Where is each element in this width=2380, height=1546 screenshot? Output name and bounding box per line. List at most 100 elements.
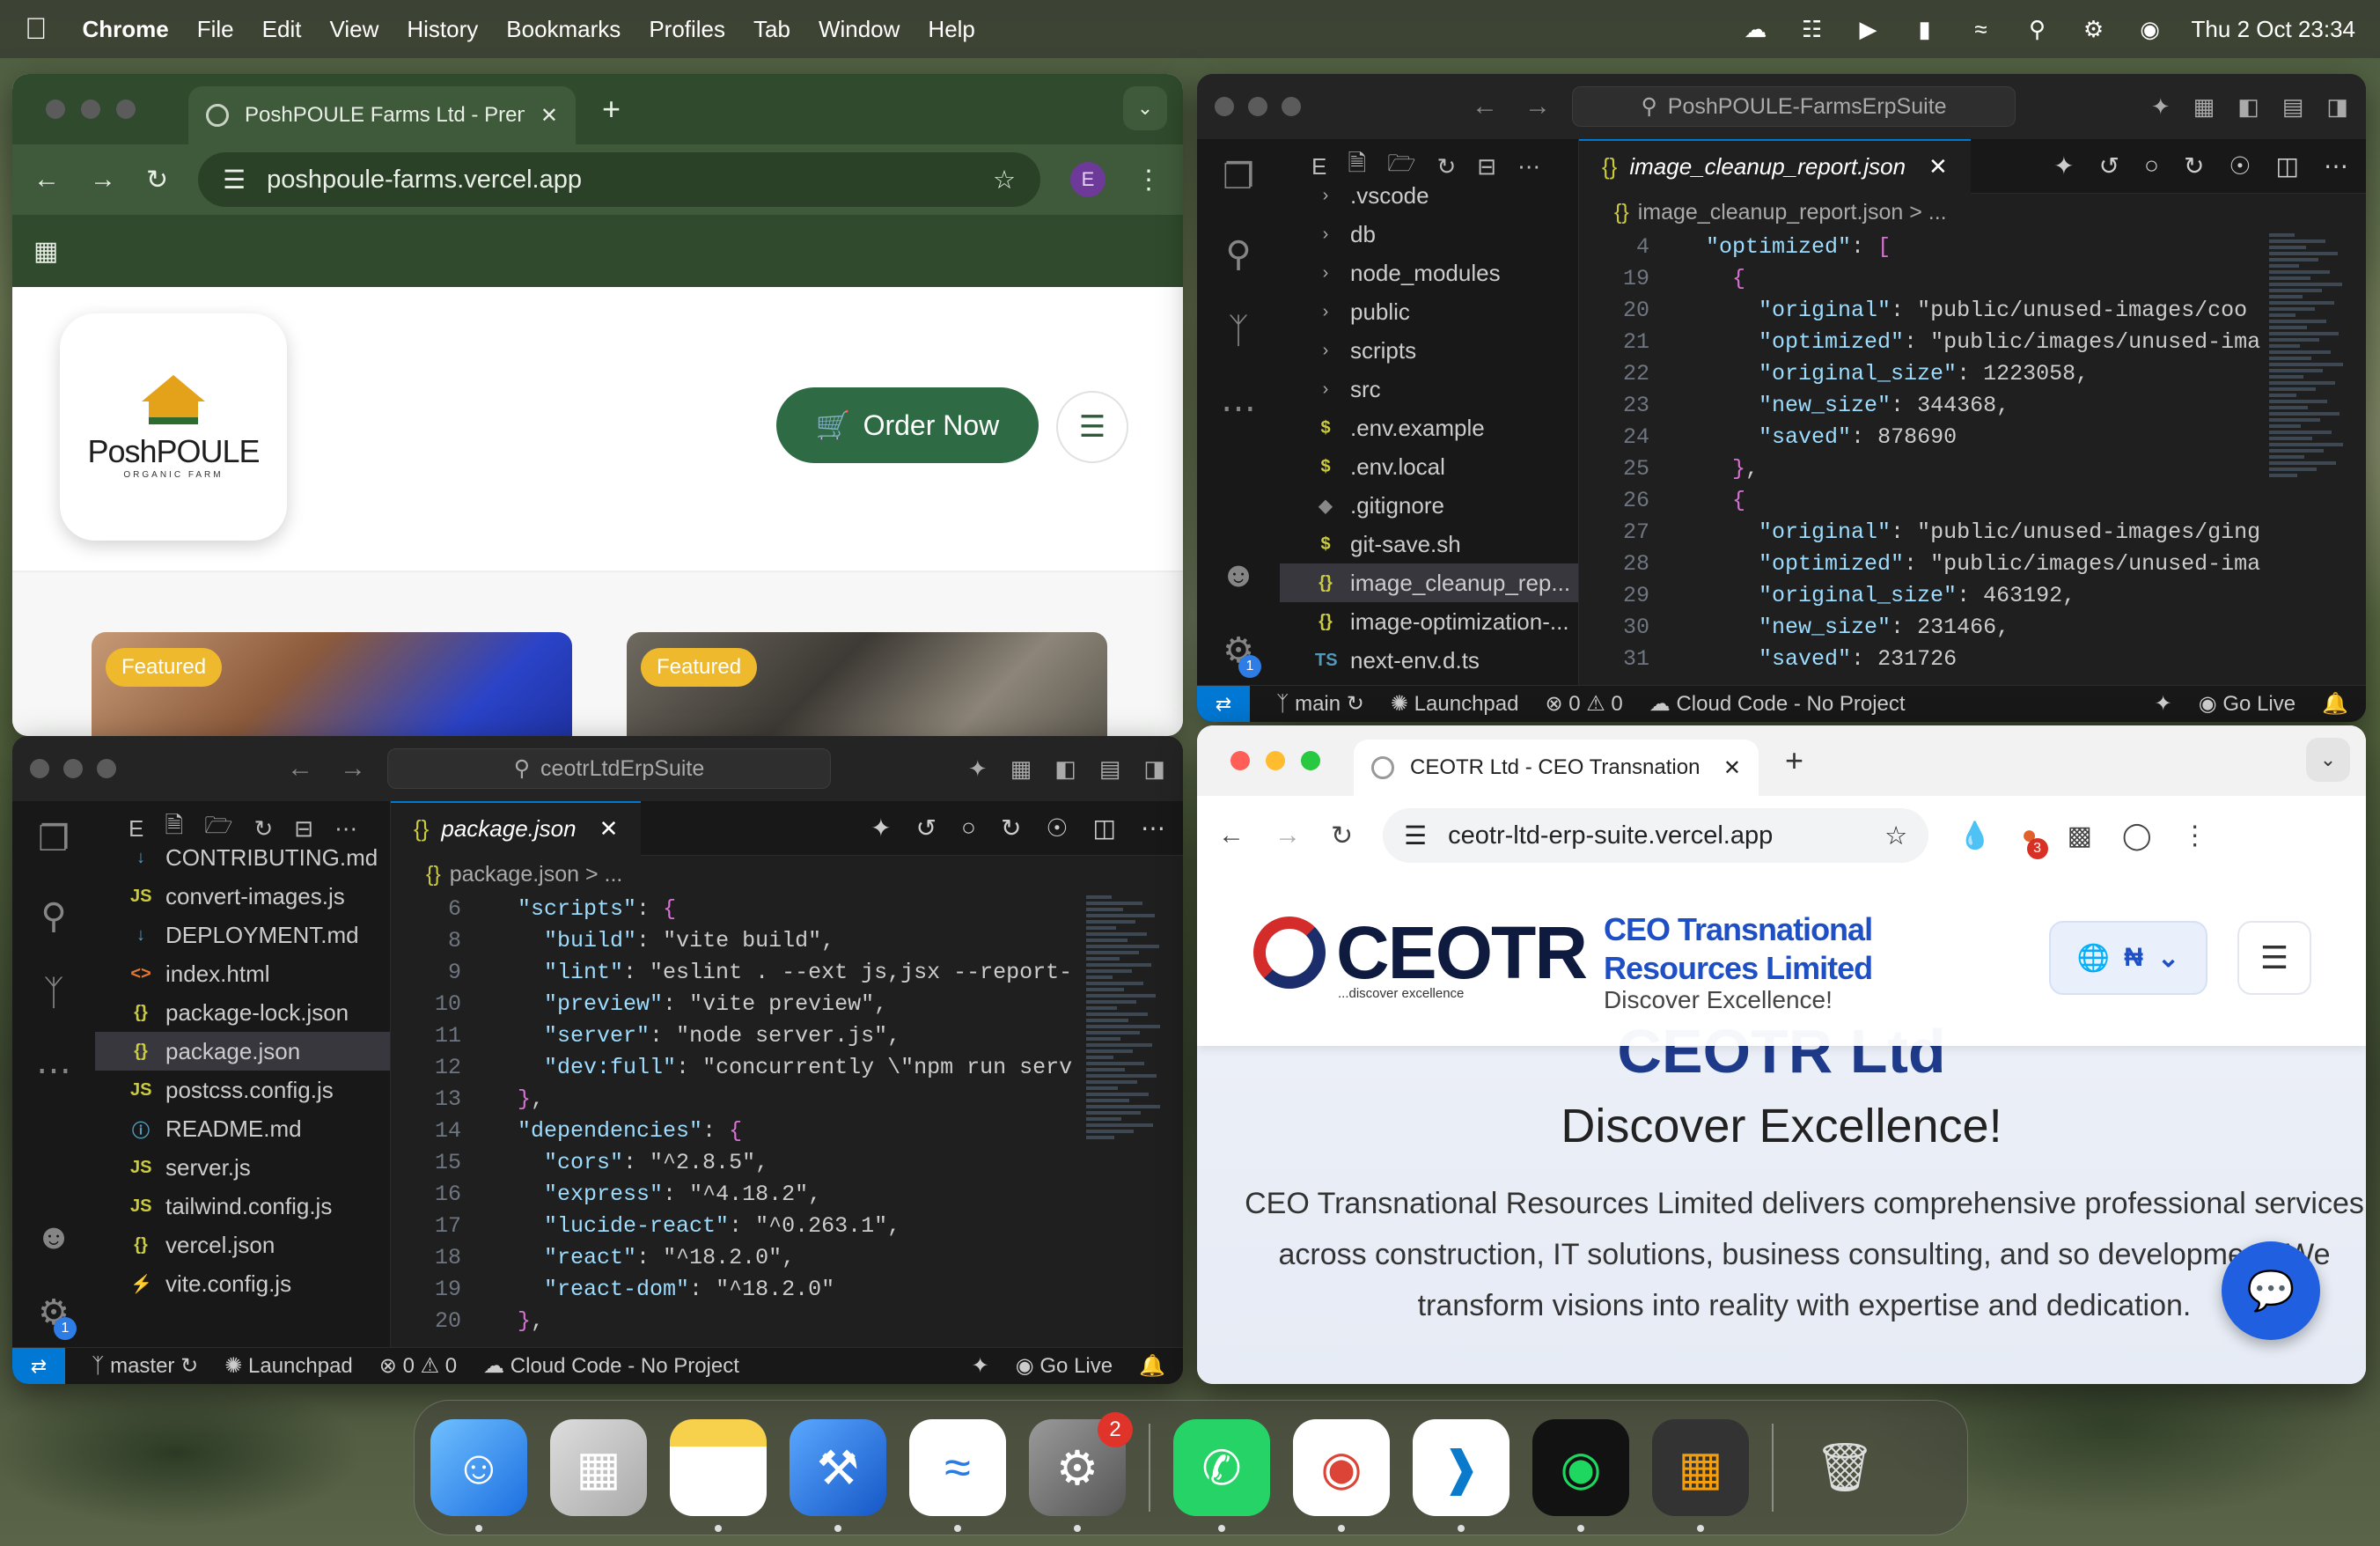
editor-tab[interactable]: {} image_cleanup_report.json ✕ — [1579, 139, 1971, 194]
menu-history[interactable]: History — [407, 16, 478, 43]
code-line[interactable]: 19 "react-dom": "^18.2.0" — [391, 1273, 1183, 1305]
menu-edit[interactable]: Edit — [262, 16, 302, 43]
split-editor-icon[interactable]: ◫ — [2276, 151, 2299, 180]
new-tab-button[interactable]: + — [602, 91, 621, 128]
new-file-icon[interactable]: 🗎 — [165, 809, 183, 848]
extension-drop-icon[interactable]: 💧 — [1958, 821, 1991, 851]
tree-item[interactable]: JS server.js — [95, 1148, 390, 1187]
close-tab-icon[interactable]: ✕ — [540, 103, 558, 129]
explorer-icon[interactable]: ❐ — [38, 819, 70, 859]
toggle-panel-icon[interactable]: ▤ — [1099, 755, 1121, 783]
code-line[interactable]: 21 "optimized": "public/images/unused-im… — [1579, 326, 2366, 357]
copilot-icon[interactable]: ✦ — [2053, 151, 2074, 180]
layers-icon[interactable]: ☷ — [1797, 16, 1827, 42]
split-editor-icon[interactable]: ◫ — [1093, 813, 1116, 843]
minimize-window-button[interactable] — [1248, 97, 1267, 116]
back-arrow-icon[interactable]: ← — [1472, 92, 1498, 121]
product-card[interactable]: Featured — [627, 632, 1107, 736]
zoom-window-button[interactable] — [1282, 97, 1301, 116]
code-line[interactable]: 14 "dependencies": { — [391, 1115, 1183, 1146]
menu-file[interactable]: File — [197, 16, 234, 43]
code-line[interactable]: 31 "saved": 231726 — [1579, 643, 2366, 674]
spotify-app-icon[interactable]: ◉ — [1532, 1419, 1629, 1532]
problems-status[interactable]: ⊗ 0 ⚠ 0 — [1545, 691, 1622, 717]
system-settings-app-icon[interactable]: ⚙ 2 — [1029, 1412, 1133, 1532]
launchpad-status[interactable]: ✺ Launchpad — [224, 1353, 353, 1379]
remote-icon[interactable]: ⇄ — [1197, 685, 1250, 722]
profile-avatar[interactable]: ◯ — [2122, 821, 2152, 851]
git-icon[interactable]: ☉ — [2229, 151, 2251, 180]
profile-avatar[interactable]: E — [1070, 162, 1106, 197]
back-arrow-icon[interactable]: ← — [33, 165, 60, 195]
more-actions-icon[interactable]: ⋯ — [1141, 813, 1165, 843]
forward-arrow-icon[interactable]: → — [340, 754, 366, 784]
refresh-icon[interactable]: ↻ — [1437, 153, 1457, 180]
code-line[interactable]: 6 "scripts": { — [391, 893, 1183, 924]
toggle-panel-icon[interactable]: ▤ — [2282, 93, 2304, 121]
calculator-app-icon[interactable]: ▦ — [1652, 1419, 1749, 1532]
menu-view[interactable]: View — [329, 16, 378, 43]
zoom-window-button[interactable] — [116, 99, 136, 119]
copilot-icon[interactable]: ✦ — [870, 813, 891, 843]
git-icon[interactable]: ☉ — [1046, 813, 1068, 843]
tab-search-button[interactable]: ⌄ — [2306, 738, 2350, 782]
tree-item[interactable]: ⚡ vite.config.js — [95, 1264, 390, 1303]
layout-icon[interactable]: ▦ — [2193, 93, 2215, 121]
code-line[interactable]: 26 { — [1579, 484, 2366, 516]
source-control-icon[interactable]: ᛉ — [1228, 312, 1249, 351]
compare-icon[interactable]: ↺ — [2099, 151, 2119, 180]
settings-gear-icon[interactable]: ⚙ 1 — [38, 1292, 77, 1340]
trash-icon[interactable]: 🗑 — [1796, 1419, 1893, 1516]
code-line[interactable]: 20 }, — [391, 1305, 1183, 1336]
poshpoule-logo[interactable]: PoshPOULE ORGANIC FARM — [60, 313, 287, 541]
launchpad-app-icon[interactable]: ▦ — [550, 1419, 647, 1516]
url-text[interactable]: poshpoule-farms.vercel.app — [267, 166, 972, 195]
menu-window[interactable]: Window — [819, 16, 900, 43]
reload-icon[interactable]: ↻ — [146, 165, 168, 195]
tree-item[interactable]: › .vscode — [1280, 176, 1578, 215]
new-folder-icon[interactable]: 🗁 — [204, 809, 232, 848]
product-card[interactable]: Featured — [92, 632, 572, 736]
chat-button[interactable]: 💬 — [2222, 1241, 2320, 1340]
account-icon[interactable]: ☻ — [1220, 556, 1257, 595]
copilot-status-icon[interactable]: ✦ — [972, 1353, 989, 1379]
go-live-status[interactable]: ◉ Go Live — [1016, 1353, 1113, 1379]
whatsapp-app-icon[interactable]: ✆ — [1173, 1419, 1270, 1532]
toggle-sidebar-icon[interactable]: ◧ — [1054, 755, 1076, 783]
tree-item[interactable]: › src — [1280, 370, 1578, 409]
zoom-window-button[interactable] — [97, 759, 116, 778]
code-line[interactable]: 22 "original_size": 1223058, — [1579, 357, 2366, 389]
tree-item[interactable]: <> index.html — [95, 954, 390, 993]
code-line[interactable]: 28 "optimized": "public/images/unused-im… — [1579, 548, 2366, 579]
menu-clock[interactable]: Thu 2 Oct 23:34 — [2192, 16, 2355, 43]
siri-icon[interactable]: ◉ — [2135, 16, 2165, 42]
apple-icon[interactable]:  — [25, 12, 48, 47]
toggle-secondary-sidebar-icon[interactable]: ◨ — [2326, 93, 2348, 121]
tree-item[interactable]: JS postcss.config.js — [95, 1071, 390, 1109]
dot-icon[interactable]: ○ — [2144, 151, 2159, 180]
tree-item[interactable]: › node_modules — [1280, 254, 1578, 292]
tree-item[interactable]: TS next-env.d.ts — [1280, 641, 1578, 680]
breadcrumb[interactable]: {} package.json > ... — [391, 856, 1183, 893]
tree-item[interactable]: ↓ DEPLOYMENT.md — [95, 916, 390, 954]
site-settings-icon[interactable]: ☰ — [223, 165, 246, 195]
tree-item[interactable]: JS convert-images.js — [95, 877, 390, 916]
more-actions-icon[interactable]: ⋯ — [1517, 153, 1540, 180]
tree-item[interactable]: ⓘ README.md — [95, 1109, 390, 1148]
settings-gear-icon[interactable]: ⚙ 1 — [1223, 630, 1261, 678]
code-line[interactable]: 17 "lucide-react": "^0.263.1", — [391, 1210, 1183, 1241]
search-icon[interactable]: ⚲ — [40, 896, 66, 937]
close-window-button[interactable] — [30, 759, 49, 778]
reload-icon[interactable]: ↻ — [1331, 821, 1353, 851]
code-line[interactable]: 13 }, — [391, 1083, 1183, 1115]
notes-app-icon[interactable] — [670, 1419, 767, 1532]
bookmark-star-icon[interactable]: ☆ — [993, 165, 1016, 195]
code-line[interactable]: 16 "express": "^4.18.2", — [391, 1178, 1183, 1210]
code-line[interactable]: 27 "original": "public/unused-images/gin… — [1579, 516, 2366, 548]
extension-fox-icon[interactable]: ● 3 — [2022, 821, 2048, 859]
launchpad-status[interactable]: ✺ Launchpad — [1391, 691, 1519, 717]
menu-bookmarks[interactable]: Bookmarks — [506, 16, 621, 43]
collapse-all-icon[interactable]: ⊟ — [1477, 153, 1496, 180]
close-tab-icon[interactable]: ✕ — [1723, 755, 1741, 781]
problems-status[interactable]: ⊗ 0 ⚠ 0 — [379, 1353, 457, 1379]
